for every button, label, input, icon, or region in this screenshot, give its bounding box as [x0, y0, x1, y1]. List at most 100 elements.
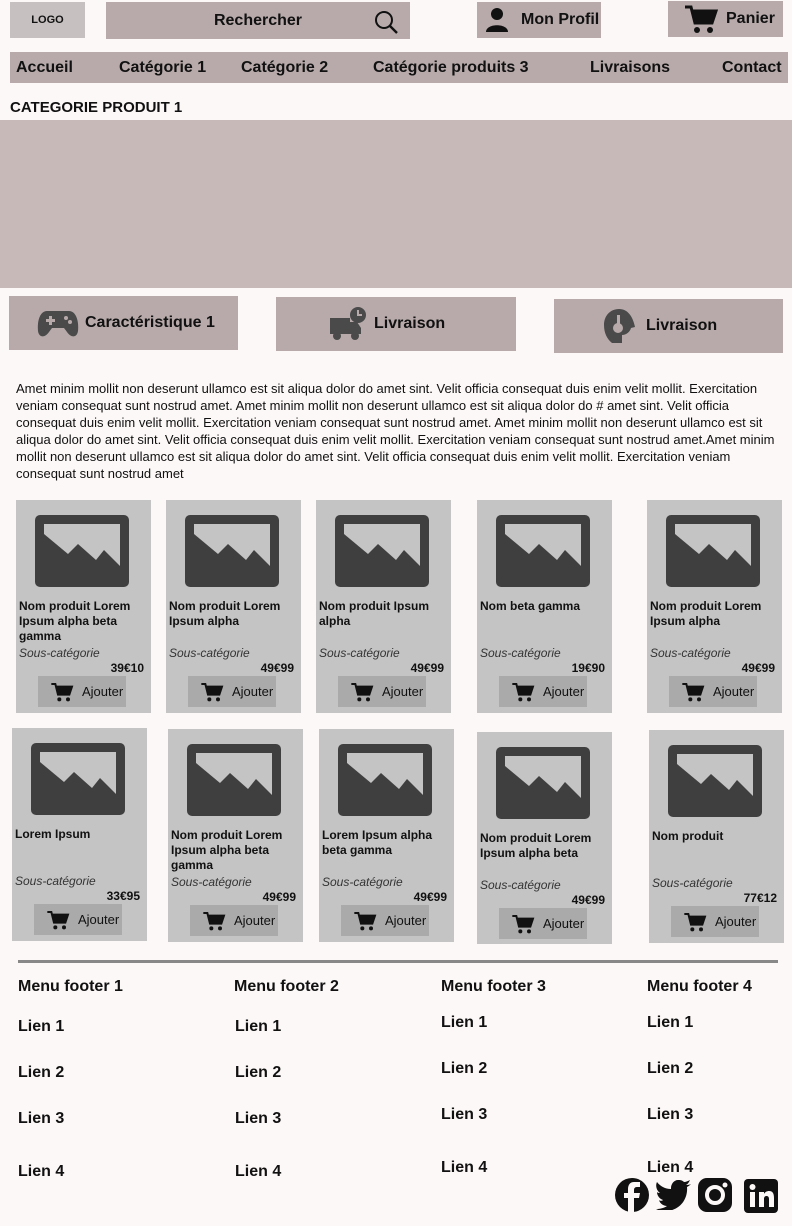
add-to-cart-button[interactable]: Ajouter [338, 676, 426, 707]
product-subcategory: Sous-catégorie [650, 646, 731, 660]
product-image-placeholder-icon[interactable] [30, 742, 126, 816]
nav-item-categorie-produits-3[interactable]: Catégorie produits 3 [373, 59, 529, 77]
product-image-placeholder-icon[interactable] [667, 744, 763, 818]
product-price: 49€99 [262, 890, 296, 904]
cart-icon [512, 682, 535, 701]
product-card[interactable]: Nom produit Lorem Ipsum alpha Sous-catégo… [166, 500, 301, 713]
product-name[interactable]: Nom produit Lorem Ipsum alpha [650, 599, 778, 629]
page-title: CATEGORIE PRODUIT 1 [10, 99, 183, 116]
footer-link[interactable]: Lien 1 [441, 1014, 487, 1032]
footer-link[interactable]: Lien 1 [235, 1018, 281, 1036]
delivery-truck-icon [330, 307, 366, 340]
profile-button[interactable]: Mon Profil [477, 2, 601, 38]
footer-link[interactable]: Lien 1 [647, 1014, 693, 1032]
cart-icon [512, 914, 535, 933]
product-name[interactable]: Nom produit Lorem Ipsum alpha beta gamma [19, 599, 147, 644]
add-to-cart-button[interactable]: Ajouter [341, 905, 429, 936]
product-card[interactable]: Nom beta gamma Sous-catégorie 19€90 Ajouter [477, 500, 612, 713]
footer-link[interactable]: Lien 2 [647, 1060, 693, 1078]
product-image-placeholder-icon[interactable] [184, 514, 280, 588]
product-card[interactable]: Nom produit Lorem Ipsum alpha Sous-catégo… [647, 500, 782, 713]
feature-label-3: Livraison [646, 317, 718, 334]
product-image-placeholder-icon[interactable] [334, 514, 430, 588]
product-image-placeholder-icon[interactable] [665, 514, 761, 588]
footer-link[interactable]: Lien 4 [441, 1159, 487, 1177]
product-card[interactable]: Lorem Ipsum alpha beta gamma Sous-catégor… [319, 729, 454, 942]
footer-menu-title: Menu footer 3 [441, 978, 546, 995]
product-card[interactable]: Nom produit Ipsum alpha Sous-catégorie 49€… [316, 500, 451, 713]
product-card[interactable]: Nom produit Sous-catégorie 77€12 Ajouter [649, 730, 784, 943]
cart-icon [682, 682, 705, 701]
nav-item-contact[interactable]: Contact [722, 59, 782, 77]
product-subcategory: Sous-catégorie [171, 875, 252, 889]
footer-link[interactable]: Lien 3 [18, 1110, 64, 1128]
logo[interactable]: LOGO [10, 2, 85, 38]
feature-label-1: Caractéristique 1 [85, 314, 215, 331]
product-price: 49€99 [741, 661, 775, 675]
cart-label: Panier [726, 10, 775, 27]
product-card[interactable]: Nom produit Lorem Ipsum alpha beta Sous-c… [477, 732, 612, 944]
cart-icon [685, 5, 718, 33]
nav-item-accueil[interactable]: Accueil [16, 59, 73, 77]
feature-box-3: Livraison [554, 299, 783, 353]
nav-item-livraisons[interactable]: Livraisons [590, 59, 670, 77]
footer-link[interactable]: Lien 2 [441, 1060, 487, 1078]
product-name[interactable]: Nom produit Lorem Ipsum alpha beta [480, 831, 608, 861]
product-card[interactable]: Lorem Ipsum Sous-catégorie 33€95 Ajouter [12, 728, 147, 941]
product-image-placeholder-icon[interactable] [337, 743, 433, 817]
product-name[interactable]: Nom produit [652, 829, 780, 844]
product-name[interactable]: Nom produit Lorem Ipsum alpha beta gamma [171, 828, 299, 873]
product-image-placeholder-icon[interactable] [34, 514, 130, 588]
add-to-cart-button[interactable]: Ajouter [669, 676, 757, 707]
feature-box-1: Caractéristique 1 [9, 296, 238, 350]
add-to-cart-label: Ajouter [543, 916, 585, 931]
nav-item-categorie-2[interactable]: Catégorie 2 [241, 59, 328, 77]
footer-menu-title: Menu footer 1 [18, 978, 123, 995]
add-to-cart-button[interactable]: Ajouter [499, 676, 587, 707]
add-to-cart-button[interactable]: Ajouter [671, 906, 759, 937]
add-to-cart-button[interactable]: Ajouter [188, 676, 276, 707]
search-icon[interactable] [374, 10, 398, 34]
linkedin-icon[interactable] [743, 1178, 779, 1214]
product-name[interactable]: Lorem Ipsum [15, 827, 143, 842]
footer-link[interactable]: Lien 3 [235, 1110, 281, 1128]
add-to-cart-button[interactable]: Ajouter [190, 905, 278, 936]
product-image-placeholder-icon[interactable] [186, 743, 282, 817]
product-image-placeholder-icon[interactable] [495, 514, 591, 588]
cart-icon [684, 912, 707, 931]
footer-link[interactable]: Lien 1 [18, 1018, 64, 1036]
product-price: 19€90 [571, 661, 605, 675]
product-card[interactable]: Nom produit Lorem Ipsum alpha beta gamma… [168, 729, 303, 942]
add-to-cart-button[interactable]: Ajouter [38, 676, 126, 707]
cart-icon [201, 682, 224, 701]
profile-label: Mon Profil [521, 11, 600, 28]
footer-link[interactable]: Lien 3 [647, 1106, 693, 1124]
search-bar[interactable]: Rechercher [106, 2, 410, 39]
product-card[interactable]: Nom produit Lorem Ipsum alpha beta gamma… [16, 500, 151, 713]
product-name[interactable]: Nom produit Ipsum alpha [319, 599, 447, 629]
cart-button[interactable]: Panier [668, 1, 783, 37]
footer-link[interactable]: Lien 4 [235, 1163, 281, 1181]
nav-item-categorie-1[interactable]: Catégorie 1 [119, 59, 206, 77]
product-price: 49€99 [413, 890, 447, 904]
add-to-cart-label: Ajouter [713, 684, 755, 699]
product-image-placeholder-icon[interactable] [495, 746, 591, 820]
add-to-cart-button[interactable]: Ajouter [34, 904, 122, 935]
feature-label-2: Livraison [374, 315, 446, 332]
footer-link[interactable]: Lien 2 [235, 1064, 281, 1082]
footer-link[interactable]: Lien 3 [441, 1106, 487, 1124]
instagram-icon[interactable] [697, 1177, 733, 1213]
facebook-icon[interactable] [614, 1177, 650, 1213]
cart-icon [47, 910, 70, 929]
product-price: 49€99 [260, 661, 294, 675]
footer-link[interactable]: Lien 2 [18, 1064, 64, 1082]
product-name[interactable]: Nom produit Lorem Ipsum alpha [169, 599, 297, 629]
main-nav: Accueil Catégorie 1 Catégorie 2 Catégori… [10, 52, 788, 83]
add-to-cart-button[interactable]: Ajouter [499, 908, 587, 939]
product-name[interactable]: Nom beta gamma [480, 599, 608, 614]
product-name[interactable]: Lorem Ipsum alpha beta gamma [322, 828, 450, 858]
twitter-icon[interactable] [656, 1180, 692, 1210]
support-headset-icon [604, 309, 635, 343]
footer-link[interactable]: Lien 4 [647, 1159, 693, 1177]
footer-link[interactable]: Lien 4 [18, 1163, 64, 1181]
